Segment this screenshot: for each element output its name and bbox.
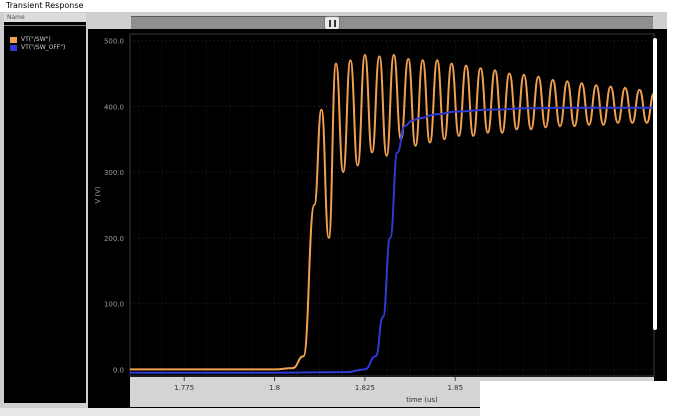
vertical-scrollbar[interactable] [653, 38, 657, 330]
y-tick-label: 200.0 [104, 235, 124, 243]
x-tick-label: 1.85 [447, 384, 463, 392]
legend-panel: Name VT("/SW") VT("/SW_OFF") [4, 13, 86, 403]
scrollbar-thumb[interactable] [324, 16, 340, 30]
status-strip [0, 408, 480, 416]
plot-frame [129, 33, 655, 377]
x-axis-label: time (us) [406, 396, 438, 404]
y-axis-label: V (V) [94, 186, 102, 204]
x-tick-label: 1.775 [174, 384, 194, 392]
x-tick-label: 1.8 [269, 384, 280, 392]
legend-entry-sw[interactable]: VT("/SW") [10, 36, 84, 44]
legend-divider [4, 25, 86, 26]
transient-response-window: Transient Response Name VT("/SW") VT("/S… [0, 0, 680, 416]
transient-chart[interactable]: 0.0 100.0 200.0 300.0 400.0 500.0 1.775 1.8 1.82… [88, 29, 667, 408]
y-tick-label: 500.0 [104, 38, 124, 46]
window-right-edge [667, 12, 680, 416]
y-tick-label: 300.0 [104, 169, 124, 177]
plot-area[interactable]: 0.0 100.0 200.0 300.0 400.0 500.0 1.775 1.8 1.82… [88, 29, 667, 408]
legend-label-sw-off: VT("/SW_OFF") [21, 44, 66, 51]
overlay-region [480, 381, 680, 416]
x-tick-label: 1.825 [355, 384, 375, 392]
y-tick-label: 400.0 [104, 103, 124, 111]
y-tick-label: 0.0 [113, 366, 124, 374]
title-bar: Transient Response [0, 0, 680, 12]
blue-square-swatch-icon [10, 45, 17, 51]
legend-label-sw: VT("/SW") [21, 36, 51, 43]
window-title: Transient Response [6, 1, 84, 10]
orange-square-swatch-icon [10, 37, 17, 43]
y-tick-label: 100.0 [104, 301, 124, 309]
legend-header[interactable]: Name [4, 13, 86, 22]
horizontal-zoom-scrollbar[interactable] [131, 16, 653, 30]
legend-entry-sw-off[interactable]: VT("/SW_OFF") [10, 44, 84, 52]
legend-header-label: Name [7, 14, 25, 21]
